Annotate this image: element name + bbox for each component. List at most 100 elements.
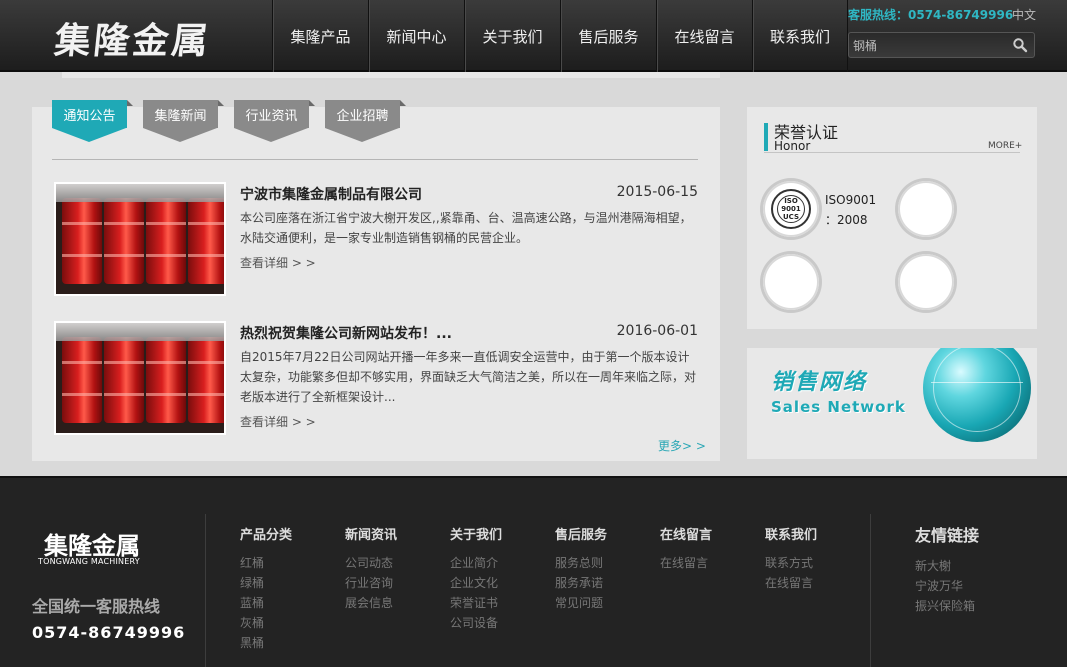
footer-col-title[interactable]: 关于我们 — [450, 524, 502, 543]
footer-link[interactable]: 荣誉证书 — [450, 593, 502, 613]
footer-col-title[interactable]: 售后服务 — [555, 524, 607, 543]
cert-label: ISO9001 ：2008 — [825, 190, 876, 230]
news-thumbnail[interactable] — [54, 321, 226, 435]
top-strip — [62, 72, 720, 78]
news-item: 宁波市集隆金属制品有限公司 2015-06-15 本公司座落在浙江省宁波大榭开发… — [54, 182, 698, 298]
tab-label: 企业招聘 — [336, 108, 389, 124]
footer-col-about: 关于我们 企业简介 企业文化 荣誉证书 公司设备 — [450, 524, 502, 633]
tab-company-news[interactable]: 集隆新闻 — [143, 100, 224, 142]
footer-link[interactable]: 红桶 — [240, 553, 292, 573]
footer-col-title[interactable]: 联系我们 — [765, 524, 817, 543]
cert-placeholder[interactable] — [898, 181, 954, 237]
footer-link[interactable]: 振兴保险箱 — [915, 596, 979, 616]
nav-item-message[interactable]: 在线留言 — [656, 0, 752, 72]
nav-item-about[interactable]: 关于我们 — [464, 0, 560, 72]
search-input[interactable] — [853, 36, 1003, 54]
news-desc: 自2015年7月22日公司网站开播一年多来一直低调安全运营中，由于第一个版本设计… — [240, 350, 697, 404]
news-item: 热烈祝贺集隆公司新网站发布！... 2016-06-01 自2015年7月22日… — [54, 321, 698, 437]
footer-link[interactable]: 在线留言 — [765, 573, 817, 593]
site-logo[interactable]: 集隆金属 — [52, 12, 213, 64]
tab-notice[interactable]: 通知公告 — [52, 100, 133, 142]
footer-logo-en: TONGWANG MACHINERY — [38, 557, 140, 566]
news-desc: 本公司座落在浙江省宁波大榭开发区,,紧靠甬、台、温高速公路，与温州港隔海相望，水… — [240, 211, 692, 245]
footer-hotline-number: 0574-86749996 — [32, 623, 186, 642]
tab-fold — [400, 100, 406, 106]
iso-badge-icon: ISO 9001 UCS — [771, 189, 811, 229]
search-icon[interactable] — [1012, 37, 1028, 53]
iso-badge-text: ISO 9001 UCS — [777, 195, 805, 223]
footer-link[interactable]: 蓝桶 — [240, 593, 292, 613]
barrel-image — [62, 337, 102, 423]
footer-link[interactable]: 灰桶 — [240, 613, 292, 633]
barrel-image — [146, 198, 186, 284]
nav-item-news[interactable]: 新闻中心 — [368, 0, 464, 72]
news-more-link[interactable]: 更多> > — [658, 437, 706, 454]
honor-divider — [764, 152, 1020, 153]
cert-label-line: ISO9001 — [825, 193, 877, 207]
news-detail-link[interactable]: 查看详细 > > — [240, 413, 316, 430]
cert-placeholder[interactable] — [763, 254, 819, 310]
honor-accent-bar — [764, 123, 768, 151]
news-title[interactable]: 宁波市集隆金属制品有限公司 — [240, 184, 422, 204]
tab-industry-news[interactable]: 行业资讯 — [234, 100, 315, 142]
iso-text: 9001 — [781, 205, 801, 213]
nav-item-products[interactable]: 集隆产品 — [272, 0, 368, 72]
barrel-image — [188, 337, 224, 423]
news-tabs: 通知公告 集隆新闻 行业资讯 企业招聘 — [52, 100, 416, 142]
news-date: 2016-06-01 — [616, 323, 698, 339]
footer-friend-links: 友情链接 新大榭 宁波万华 振兴保险箱 — [915, 522, 979, 616]
tab-label: 行业资讯 — [245, 108, 298, 124]
footer-link[interactable]: 在线留言 — [660, 553, 712, 573]
footer-link[interactable]: 黑桶 — [240, 633, 292, 653]
news-thumbnail[interactable] — [54, 182, 226, 296]
footer-link[interactable]: 新大榭 — [915, 556, 979, 576]
barrel-image — [188, 198, 224, 284]
sales-network-banner[interactable]: 销售网络 Sales Network — [747, 348, 1037, 459]
footer-divider — [205, 514, 206, 667]
footer-col-service: 售后服务 服务总则 服务承诺 常见问题 — [555, 524, 607, 613]
footer-link[interactable]: 企业文化 — [450, 573, 502, 593]
honor-more-link[interactable]: MORE+ — [988, 141, 1022, 151]
footer-col-title[interactable]: 在线留言 — [660, 524, 712, 543]
site-header: 集隆金属 集隆产品 新闻中心 关于我们 售后服务 在线留言 联系我们 客服热线：… — [0, 0, 1067, 72]
footer-col-title[interactable]: 新闻资讯 — [345, 524, 397, 543]
tab-label: 集隆新闻 — [154, 108, 207, 124]
footer-link[interactable]: 服务承诺 — [555, 573, 607, 593]
sales-network-subtitle: Sales Network — [771, 398, 906, 416]
footer-link[interactable]: 宁波万华 — [915, 576, 979, 596]
header-hotline: 客服热线：0574-86749996 — [848, 8, 1014, 22]
language-switch[interactable]: 中文 — [1012, 6, 1036, 23]
footer-link[interactable]: 展会信息 — [345, 593, 397, 613]
globe-icon — [923, 348, 1031, 442]
footer-logo[interactable]: 集隆金属 — [44, 526, 140, 561]
footer-hotline-label: 全国统一客服热线 — [32, 597, 161, 616]
barrel-image — [62, 198, 102, 284]
cert-placeholder[interactable] — [898, 254, 954, 310]
footer-link[interactable]: 服务总则 — [555, 553, 607, 573]
footer-col-title[interactable]: 产品分类 — [240, 524, 292, 543]
nav-item-service[interactable]: 售后服务 — [560, 0, 656, 72]
footer-col-contact: 联系我们 联系方式 在线留言 — [765, 524, 817, 593]
tab-label: 通知公告 — [63, 108, 116, 124]
news-title[interactable]: 热烈祝贺集隆公司新网站发布！... — [240, 323, 452, 343]
footer-link[interactable]: 公司设备 — [450, 613, 502, 633]
footer-link[interactable]: 行业咨询 — [345, 573, 397, 593]
cert-label-line: ：2008 — [825, 213, 868, 227]
cert-iso[interactable]: ISO 9001 UCS — [763, 181, 819, 237]
site-footer: 集隆金属 TONGWANG MACHINERY 全国统一客服热线 0574-86… — [0, 476, 1067, 667]
footer-col-news: 新闻资讯 公司动态 行业咨询 展会信息 — [345, 524, 397, 613]
footer-col-message: 在线留言 在线留言 — [660, 524, 712, 573]
news-detail-link[interactable]: 查看详细 > > — [240, 254, 316, 271]
news-date: 2015-06-15 — [616, 184, 698, 200]
barrel-image — [104, 198, 144, 284]
footer-link[interactable]: 企业简介 — [450, 553, 502, 573]
barrel-lids — [56, 184, 224, 202]
sales-network-title: 销售网络 — [771, 370, 868, 395]
nav-item-contact[interactable]: 联系我们 — [752, 0, 848, 72]
footer-link[interactable]: 绿桶 — [240, 573, 292, 593]
footer-link[interactable]: 联系方式 — [765, 553, 817, 573]
footer-link[interactable]: 常见问题 — [555, 593, 607, 613]
footer-link[interactable]: 公司动态 — [345, 553, 397, 573]
barrel-image — [146, 337, 186, 423]
tab-recruit[interactable]: 企业招聘 — [325, 100, 406, 142]
